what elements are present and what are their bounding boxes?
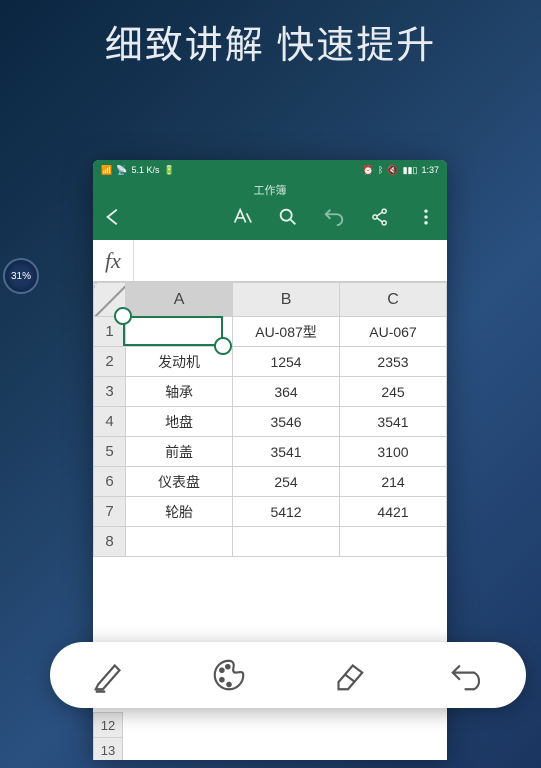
share-button[interactable] <box>369 206 391 228</box>
table-row[interactable]: 4地盘35463541 <box>94 407 447 437</box>
table-row[interactable]: 7轮胎54124421 <box>94 497 447 527</box>
table-row[interactable]: 2发动机12542353 <box>94 347 447 377</box>
select-all-corner[interactable] <box>94 283 126 317</box>
alarm-icon: ⏰ <box>363 165 374 176</box>
row-header[interactable]: 7 <box>94 497 126 527</box>
cell[interactable]: 发动机 <box>126 347 233 377</box>
table-row[interactable]: 5前盖35413100 <box>94 437 447 467</box>
table-row[interactable]: 8 <box>94 527 447 557</box>
cell[interactable]: 245 <box>340 377 447 407</box>
cell[interactable]: 3541 <box>233 437 340 467</box>
spreadsheet[interactable]: A B C 1 AU-087型AU-067 2发动机12542353 3轴承364… <box>93 282 447 557</box>
undo-annotation-button[interactable] <box>448 656 486 694</box>
cell[interactable]: 5412 <box>233 497 340 527</box>
row-header[interactable]: 3 <box>94 377 126 407</box>
row-header[interactable]: 5 <box>94 437 126 467</box>
cell[interactable]: 1254 <box>233 347 340 377</box>
cell[interactable]: 前盖 <box>126 437 233 467</box>
table-row[interactable]: 1 AU-087型AU-067 <box>94 317 447 347</box>
app-header: 工作簿 <box>93 180 447 240</box>
font-button[interactable] <box>231 206 253 228</box>
cell[interactable]: 214 <box>340 467 447 497</box>
formula-bar[interactable]: fx <box>93 240 447 282</box>
cell[interactable] <box>233 527 340 557</box>
palette-button[interactable] <box>210 656 248 694</box>
wifi-icon: 📡 <box>116 165 127 176</box>
cell[interactable]: 轮胎 <box>126 497 233 527</box>
more-button[interactable] <box>415 206 437 228</box>
row-header[interactable]: 8 <box>94 527 126 557</box>
pen-button[interactable] <box>91 656 129 694</box>
battery-small-icon: 🔋 <box>163 165 174 176</box>
undo-button[interactable] <box>323 206 345 228</box>
col-header-c[interactable]: C <box>340 283 447 317</box>
table-row[interactable]: 6仪表盘254214 <box>94 467 447 497</box>
cell[interactable]: 仪表盘 <box>126 467 233 497</box>
battery-icon: ▮▮▯ <box>403 165 418 176</box>
cell[interactable] <box>126 527 233 557</box>
cell[interactable]: 3100 <box>340 437 447 467</box>
eraser-button[interactable] <box>329 656 367 694</box>
document-title: 工作簿 <box>93 180 447 198</box>
cell[interactable]: 地盘 <box>126 407 233 437</box>
cell[interactable]: 2353 <box>340 347 447 377</box>
cell[interactable]: 3546 <box>233 407 340 437</box>
row-header[interactable]: 13 <box>93 738 123 760</box>
col-header-b[interactable]: B <box>233 283 340 317</box>
bluetooth-icon: ᛒ <box>378 165 383 175</box>
fx-label: fx <box>105 240 134 281</box>
back-button[interactable] <box>103 206 125 228</box>
net-speed: 5.1 K/s <box>131 165 159 175</box>
mute-icon: 🔇 <box>387 165 398 176</box>
clock-time: 1:37 <box>421 165 439 175</box>
row-header[interactable]: 1 <box>94 317 126 347</box>
status-bar: 📶 📡 5.1 K/s 🔋 ⏰ ᛒ 🔇 ▮▮▯ 1:37 <box>93 160 447 180</box>
cell[interactable]: 3541 <box>340 407 447 437</box>
cell[interactable]: AU-087型 <box>233 317 340 347</box>
cell[interactable]: 轴承 <box>126 377 233 407</box>
cell[interactable]: 4421 <box>340 497 447 527</box>
search-button[interactable] <box>277 206 299 228</box>
page-title: 细致讲解 快速提升 <box>0 0 541 69</box>
row-header[interactable]: 6 <box>94 467 126 497</box>
table-row[interactable]: 3轴承364245 <box>94 377 447 407</box>
row-header[interactable]: 2 <box>94 347 126 377</box>
row-header[interactable]: 12 <box>93 712 123 738</box>
cell[interactable]: AU-067 <box>340 317 447 347</box>
signal-icon: 📶 <box>101 165 112 176</box>
cell[interactable]: 254 <box>233 467 340 497</box>
row-header[interactable]: 4 <box>94 407 126 437</box>
col-header-a[interactable]: A <box>126 283 233 317</box>
cell[interactable] <box>126 317 233 347</box>
cell[interactable]: 364 <box>233 377 340 407</box>
annotation-toolbar <box>50 642 526 708</box>
cell[interactable] <box>340 527 447 557</box>
progress-badge: 31% <box>3 258 39 294</box>
